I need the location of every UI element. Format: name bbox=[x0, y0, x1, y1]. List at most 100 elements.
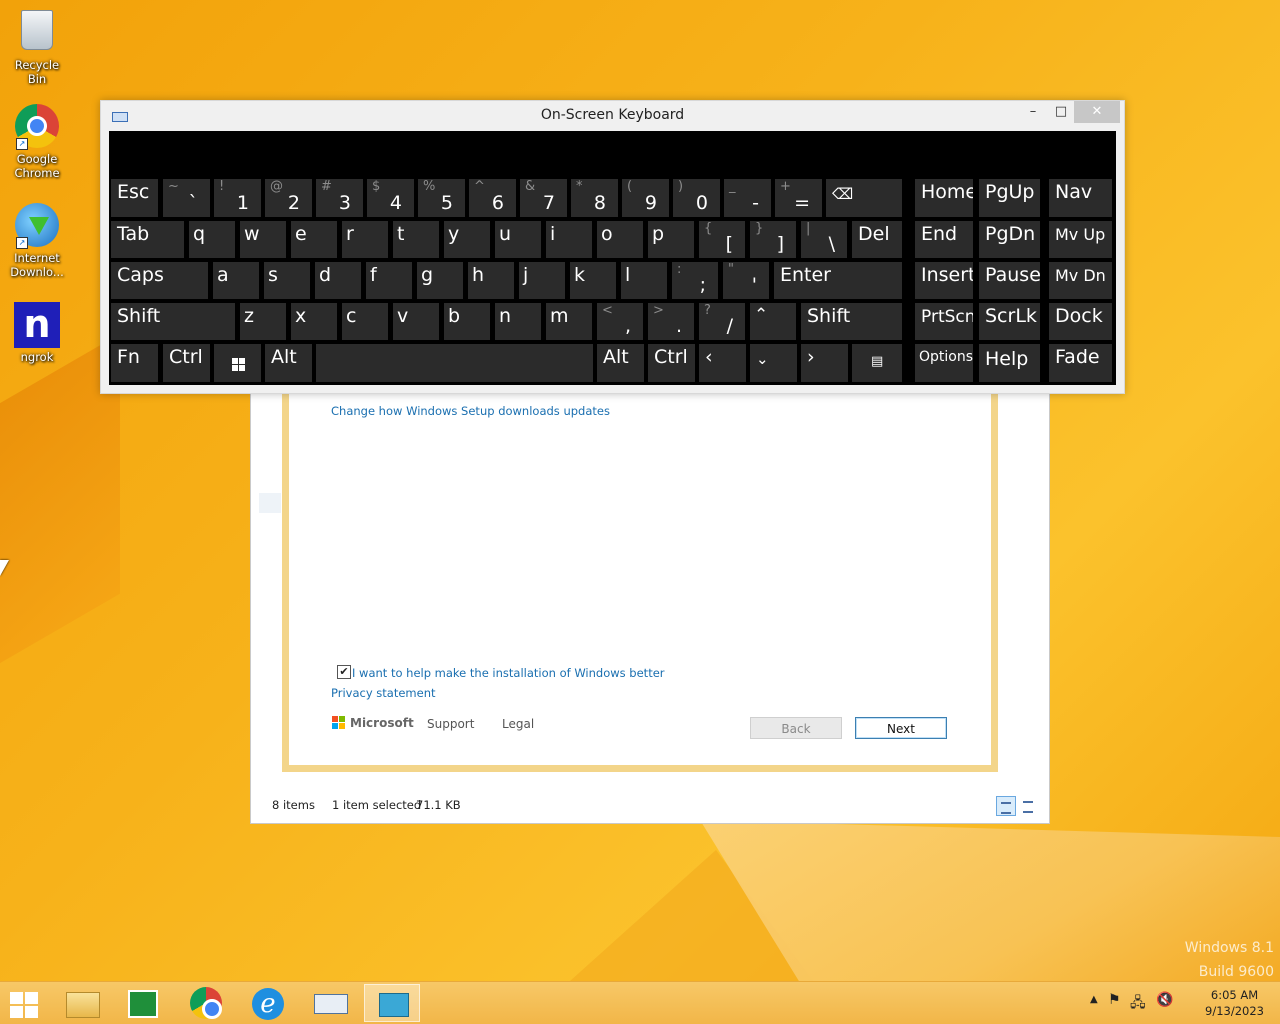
key-u[interactable]: u bbox=[495, 221, 541, 258]
key-backspace[interactable]: ⌫ bbox=[826, 179, 902, 217]
key-comma[interactable]: <, bbox=[597, 303, 643, 340]
key-b[interactable]: b bbox=[444, 303, 490, 340]
key-enter[interactable]: Enter bbox=[774, 262, 902, 299]
minimize-button[interactable]: – bbox=[1018, 101, 1048, 123]
desktop-icon-google-chrome[interactable]: ↗ Google Chrome bbox=[4, 104, 70, 180]
key-backtick[interactable]: ~ ` bbox=[163, 179, 210, 217]
key-a[interactable]: a bbox=[213, 262, 259, 299]
desktop-icon-internet-download-manager[interactable]: ↗ Internet Downlo... bbox=[4, 203, 70, 279]
help-improve-label[interactable]: I want to help make the installation of … bbox=[352, 666, 665, 680]
key-prtscn[interactable]: PrtScn bbox=[915, 303, 973, 340]
key-windows[interactable] bbox=[214, 344, 261, 382]
key-minus[interactable]: _ - bbox=[724, 179, 771, 217]
chevron-up-icon[interactable]: ▲ bbox=[1090, 994, 1098, 1005]
volume-muted-icon[interactable]: 🔇 bbox=[1156, 992, 1173, 1008]
key-help[interactable]: Help bbox=[979, 344, 1040, 382]
key-arrow-left[interactable]: ‹ bbox=[699, 344, 746, 382]
key-quote[interactable]: " ' bbox=[723, 262, 769, 299]
key-q[interactable]: q bbox=[189, 221, 235, 258]
key-v[interactable]: v bbox=[393, 303, 439, 340]
key-d[interactable]: d bbox=[315, 262, 361, 299]
key-arrow-right[interactable]: › bbox=[801, 344, 848, 382]
flag-icon[interactable]: ⚑ bbox=[1108, 992, 1121, 1008]
key-pause[interactable]: Pause bbox=[979, 262, 1040, 299]
desktop-icon-ngrok[interactable]: n ngrok bbox=[4, 302, 70, 364]
key-arrow-down[interactable]: ⌄ bbox=[750, 344, 797, 382]
key-caps[interactable]: Caps bbox=[111, 262, 208, 299]
key-space[interactable] bbox=[316, 344, 593, 382]
key-left-ctrl[interactable]: Ctrl bbox=[163, 344, 210, 382]
key-s[interactable]: s bbox=[264, 262, 310, 299]
key-8[interactable]: * 8 bbox=[571, 179, 618, 217]
help-improve-checkbox[interactable]: ✔ bbox=[337, 665, 351, 679]
key-period[interactable]: >. bbox=[648, 303, 694, 340]
key-p[interactable]: p bbox=[648, 221, 694, 258]
key-insert[interactable]: Insert bbox=[915, 262, 973, 299]
key-l[interactable]: l bbox=[621, 262, 667, 299]
key-right-shift[interactable]: Shift bbox=[801, 303, 902, 340]
key-2[interactable]: @2 bbox=[265, 179, 312, 217]
key-fade[interactable]: Fade bbox=[1049, 344, 1112, 382]
key-h[interactable]: h bbox=[468, 262, 514, 299]
key-equals[interactable]: + = bbox=[775, 179, 822, 217]
key-backslash[interactable]: | \ bbox=[801, 221, 847, 258]
large-icons-view-icon[interactable] bbox=[1019, 796, 1037, 814]
taskbar-windows-setup[interactable] bbox=[364, 984, 420, 1022]
key-mv-dn[interactable]: Mv Dn bbox=[1049, 262, 1112, 299]
key-6[interactable]: ^ 6 bbox=[469, 179, 516, 217]
key-j[interactable]: j bbox=[519, 262, 565, 299]
clock[interactable]: 6:05 AM 9/13/2023 bbox=[1205, 987, 1264, 1019]
key-pgup[interactable]: PgUp bbox=[979, 179, 1040, 217]
key-c[interactable]: c bbox=[342, 303, 388, 340]
key-w[interactable]: w bbox=[240, 221, 286, 258]
key-n[interactable]: n bbox=[495, 303, 541, 340]
close-button[interactable]: ✕ bbox=[1074, 101, 1120, 123]
key-menu[interactable]: ▤ bbox=[852, 344, 902, 382]
key-options[interactable]: Options bbox=[915, 344, 973, 382]
key-i[interactable]: i bbox=[546, 221, 592, 258]
taskbar-chrome[interactable] bbox=[178, 984, 234, 1022]
taskbar-on-screen-keyboard[interactable] bbox=[302, 984, 358, 1022]
support-link[interactable]: Support bbox=[427, 717, 474, 731]
key-esc[interactable]: Esc bbox=[111, 179, 158, 217]
key-home[interactable]: Home bbox=[915, 179, 973, 217]
key-7[interactable]: & 7 bbox=[520, 179, 567, 217]
key-k[interactable]: k bbox=[570, 262, 616, 299]
key-4[interactable]: $4 bbox=[367, 179, 414, 217]
taskbar-store[interactable] bbox=[116, 984, 172, 1022]
key-scrlk[interactable]: ScrLk bbox=[979, 303, 1040, 340]
key-slash[interactable]: ? / bbox=[699, 303, 745, 340]
next-button[interactable]: Next bbox=[855, 717, 947, 739]
key-left-shift[interactable]: Shift bbox=[111, 303, 235, 340]
key-right-alt[interactable]: Alt bbox=[597, 344, 644, 382]
key-dock[interactable]: Dock bbox=[1049, 303, 1112, 340]
key-5[interactable]: % 5 bbox=[418, 179, 465, 217]
key-e[interactable]: e bbox=[291, 221, 337, 258]
taskbar-file-explorer[interactable] bbox=[54, 984, 110, 1022]
key-tab[interactable]: Tab bbox=[111, 221, 184, 258]
key-9[interactable]: (9 bbox=[622, 179, 669, 217]
change-updates-link[interactable]: Change how Windows Setup downloads updat… bbox=[331, 404, 610, 418]
key-del[interactable]: Del bbox=[852, 221, 902, 258]
key-left-bracket[interactable]: {[ bbox=[699, 221, 745, 258]
key-x[interactable]: x bbox=[291, 303, 337, 340]
start-button[interactable] bbox=[0, 984, 50, 1022]
legal-link[interactable]: Legal bbox=[502, 717, 534, 731]
key-1[interactable]: ! 1 bbox=[214, 179, 261, 217]
privacy-statement-link[interactable]: Privacy statement bbox=[331, 686, 436, 700]
network-icon[interactable]: 🖧 bbox=[1130, 992, 1146, 1016]
key-g[interactable]: g bbox=[417, 262, 463, 299]
taskbar-internet-explorer[interactable]: e bbox=[240, 984, 296, 1022]
key-nav[interactable]: Nav bbox=[1049, 179, 1112, 217]
key-fn[interactable]: Fn bbox=[111, 344, 158, 382]
desktop-icon-recycle-bin[interactable]: Recycle Bin bbox=[4, 6, 70, 86]
key-t[interactable]: t bbox=[393, 221, 439, 258]
key-r[interactable]: r bbox=[342, 221, 388, 258]
key-z[interactable]: z bbox=[240, 303, 286, 340]
key-end[interactable]: End bbox=[915, 221, 973, 258]
key-left-alt[interactable]: Alt bbox=[265, 344, 312, 382]
key-f[interactable]: f bbox=[366, 262, 412, 299]
key-semicolon[interactable]: :; bbox=[672, 262, 718, 299]
key-0[interactable]: ) 0 bbox=[673, 179, 720, 217]
key-m[interactable]: m bbox=[546, 303, 592, 340]
